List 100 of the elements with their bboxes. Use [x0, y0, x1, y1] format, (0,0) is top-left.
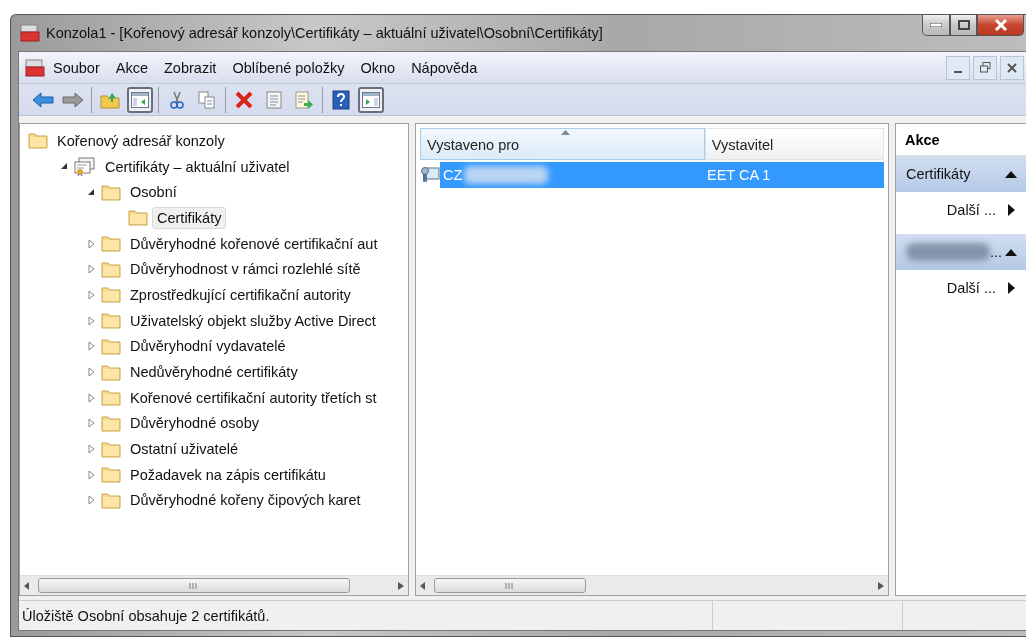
forward-arrow-icon	[62, 91, 84, 108]
folder-icon	[101, 466, 121, 484]
toolbar-button[interactable]	[127, 86, 153, 113]
minimize-icon	[930, 23, 942, 27]
expand-arrow-icon[interactable]	[88, 315, 95, 326]
close-icon	[1007, 62, 1017, 73]
scroll-left-icon[interactable]	[24, 581, 30, 590]
folder-icon	[101, 337, 121, 355]
back-arrow-icon	[32, 91, 54, 108]
toolbar-button[interactable]	[358, 86, 384, 113]
submenu-arrow-icon	[1008, 282, 1015, 294]
folder-icon	[101, 491, 121, 509]
certificate-store-icon	[74, 157, 96, 177]
menu-item[interactable]: Zobrazit	[156, 55, 225, 80]
sort-arrow-icon	[561, 130, 570, 135]
tree-item[interactable]: Certifikáty	[152, 206, 227, 229]
expand-arrow-icon[interactable]	[88, 444, 95, 455]
tree-item[interactable]: Uživatelský objekt služby Active Direct	[125, 309, 381, 332]
tree-item[interactable]: Osobní	[125, 181, 182, 204]
folder-icon	[28, 132, 48, 150]
tree-item[interactable]: Certifikáty – aktuální uživatel	[100, 155, 295, 178]
column-header[interactable]: Vystavitel	[704, 128, 884, 160]
folder-icon	[101, 363, 121, 381]
collapse-arrow-icon[interactable]	[88, 188, 95, 196]
toolbox-icon	[20, 24, 40, 42]
action-section-header[interactable]: Certifikáty	[896, 156, 1026, 192]
folder-icon	[101, 389, 121, 407]
restore-button[interactable]	[973, 55, 997, 80]
action-pane-icon	[362, 91, 380, 108]
properties-icon	[266, 90, 282, 109]
help-icon	[332, 89, 350, 110]
maximize-button[interactable]	[950, 15, 977, 36]
tree-item[interactable]: Kořenový adresář konzoly	[52, 129, 230, 152]
status-text: Úložiště Osobní obsahuje 2 certifikátů.	[22, 607, 270, 624]
copy-icon	[198, 90, 216, 109]
close-button[interactable]	[977, 15, 1024, 36]
action-link[interactable]: Další ...	[946, 280, 996, 296]
section-title: Certifikáty	[906, 166, 971, 182]
tree-item[interactable]: Důvěryhodné kořenové certifikační aut	[125, 232, 383, 255]
minimize-icon	[954, 70, 962, 73]
menu-item[interactable]: Nápověda	[403, 55, 486, 80]
action-section-header[interactable]: ...	[896, 234, 1026, 270]
collapse-arrow-icon[interactable]	[61, 163, 68, 171]
table-cell: CZ	[443, 167, 463, 183]
tree-item[interactable]: Kořenové certifikační autority třetích st	[125, 386, 382, 409]
folder-icon	[101, 183, 121, 201]
expand-arrow-icon[interactable]	[88, 418, 95, 429]
collapse-arrow-icon[interactable]	[1005, 170, 1017, 178]
folder-icon	[101, 235, 121, 253]
menu-item[interactable]: Oblíbené položky	[224, 55, 353, 80]
expand-arrow-icon[interactable]	[88, 392, 95, 403]
folder-icon	[101, 414, 121, 432]
scroll-right-icon[interactable]	[398, 581, 404, 590]
tree-item[interactable]: Důvěryhodnost v rámci rozlehlé sítě	[125, 258, 366, 281]
expand-arrow-icon[interactable]	[88, 367, 95, 378]
table-cell: EET CA 1	[707, 167, 771, 183]
collapse-arrow-icon[interactable]	[1005, 248, 1017, 256]
grip-icon	[505, 582, 515, 589]
tree-item[interactable]: Důvěryhodní vydavatelé	[125, 335, 291, 358]
restore-icon	[979, 62, 991, 73]
action-link[interactable]: Další ...	[946, 202, 996, 218]
scissors-icon	[169, 90, 185, 109]
console-tree-icon	[131, 91, 149, 108]
folder-icon	[101, 286, 121, 304]
certificate-icon	[420, 165, 440, 185]
section-title: ...	[990, 244, 1003, 260]
expand-arrow-icon[interactable]	[88, 469, 95, 480]
menu-item[interactable]: Soubor	[45, 55, 108, 80]
tree-item[interactable]: Ostatní uživatelé	[125, 438, 243, 461]
folder-icon	[101, 312, 121, 330]
menu-item[interactable]: Akce	[107, 55, 156, 80]
window-title: Konzola1 - [Kořenový adresář konzoly\Certifikáty – aktuální uživatel\Osobní\Certifikáty]	[46, 25, 604, 41]
close-icon	[993, 19, 1008, 31]
folder-icon	[128, 209, 148, 227]
delete-icon	[235, 90, 253, 109]
tree-item[interactable]: Důvěryhodné kořeny čipových karet	[125, 489, 366, 512]
submenu-arrow-icon	[1008, 204, 1015, 216]
column-header[interactable]: Vystaveno pro	[420, 128, 705, 160]
scroll-right-icon[interactable]	[878, 581, 884, 590]
horizontal-scrollbar[interactable]	[416, 575, 888, 595]
expand-arrow-icon[interactable]	[88, 341, 95, 352]
close-button[interactable]	[1000, 55, 1024, 80]
expand-arrow-icon[interactable]	[88, 264, 95, 275]
toolbox-icon	[25, 58, 45, 77]
scroll-left-icon[interactable]	[420, 581, 426, 590]
expand-arrow-icon[interactable]	[88, 495, 95, 506]
maximize-icon	[957, 20, 970, 30]
minimize-button[interactable]	[946, 55, 970, 80]
tree-item[interactable]: Zprostředkující certifikační autority	[125, 283, 356, 306]
export-list-icon	[295, 90, 313, 109]
tree-item[interactable]: Důvěryhodné osoby	[125, 412, 264, 435]
menu-item[interactable]: Okno	[352, 55, 404, 80]
folder-icon	[101, 260, 121, 278]
minimize-button[interactable]	[922, 15, 950, 36]
grip-icon	[189, 582, 199, 589]
horizontal-scrollbar[interactable]	[20, 575, 408, 595]
tree-item[interactable]: Nedůvěryhodné certifikáty	[125, 361, 303, 384]
expand-arrow-icon[interactable]	[88, 289, 95, 300]
expand-arrow-icon[interactable]	[88, 238, 95, 249]
tree-item[interactable]: Požadavek na zápis certifikátu	[125, 463, 331, 486]
